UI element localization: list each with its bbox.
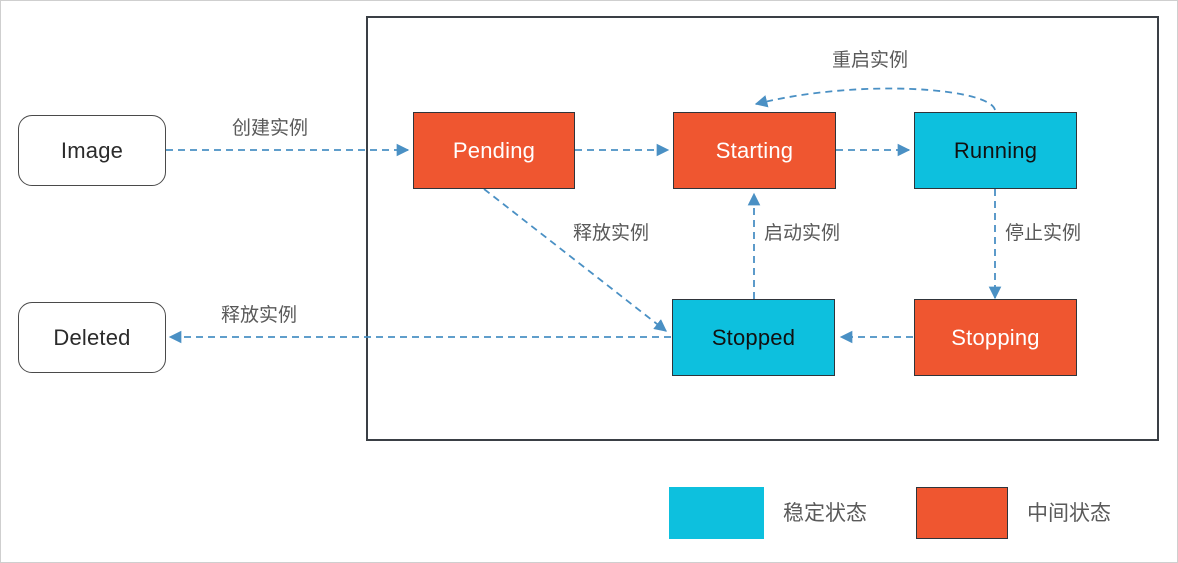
edge-label-stop: 停止实例: [1005, 223, 1082, 244]
node-stopping-label: Stopping: [951, 324, 1040, 350]
legend-swatch-intermediate: [916, 487, 1008, 539]
edge-label-create: 创建实例: [232, 118, 309, 139]
diagram-canvas: Image Deleted Pending Starting Running S…: [0, 0, 1178, 563]
edge-label-boot: 启动实例: [764, 223, 841, 244]
node-deleted-label: Deleted: [53, 324, 131, 350]
node-running[interactable]: Running: [914, 112, 1077, 189]
legend-label-intermediate: 中间状态: [1027, 502, 1111, 525]
node-image-label: Image: [60, 137, 124, 163]
edge-label-release-pending: 释放实例: [573, 223, 650, 244]
node-stopping[interactable]: Stopping: [914, 299, 1077, 376]
node-pending-label: Pending: [452, 137, 536, 163]
node-deleted[interactable]: Deleted: [18, 302, 166, 373]
legend-swatch-stable: [669, 487, 764, 539]
edge-label-release-deleted: 释放实例: [221, 305, 298, 326]
edge-label-restart: 重启实例: [832, 50, 909, 71]
node-starting[interactable]: Starting: [673, 112, 836, 189]
node-stopped-label: Stopped: [711, 324, 796, 350]
node-starting-label: Starting: [715, 137, 794, 163]
node-stopped[interactable]: Stopped: [672, 299, 835, 376]
node-pending[interactable]: Pending: [413, 112, 575, 189]
node-image[interactable]: Image: [18, 115, 166, 186]
node-running-label: Running: [953, 137, 1038, 163]
legend-label-stable: 稳定状态: [783, 502, 867, 525]
